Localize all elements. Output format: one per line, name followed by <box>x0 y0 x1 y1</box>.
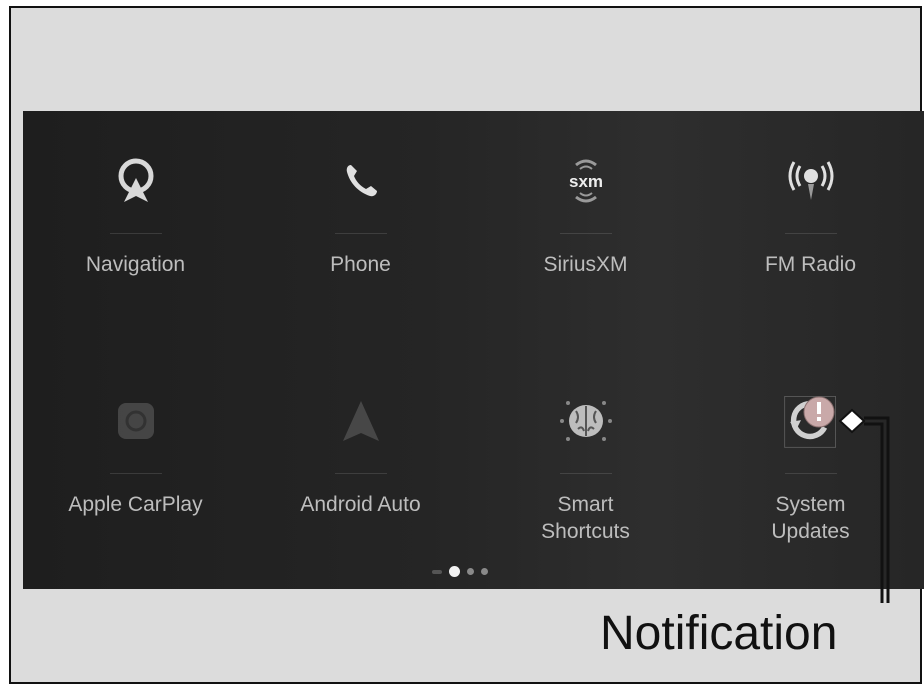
fm-radio-icon <box>781 151 841 211</box>
app-label: Navigation <box>85 253 186 276</box>
app-label: Android Auto <box>300 493 421 516</box>
page-dot-current <box>449 566 460 577</box>
app-label-line2: Updates <box>771 520 850 543</box>
app-label: Phone <box>330 253 391 276</box>
app-label: Apple CarPlay <box>68 493 203 516</box>
siriusxm-icon: sxm <box>556 151 616 211</box>
siriusxm-icon-text: sxm <box>568 172 602 191</box>
tile-divider <box>784 473 837 474</box>
tile-divider <box>559 233 612 234</box>
page-dot <box>481 568 488 575</box>
tile-divider <box>109 473 162 474</box>
app-tile-system-updates[interactable]: System Updates <box>698 351 923 551</box>
system-updates-icon <box>781 391 841 451</box>
phone-icon <box>331 151 391 211</box>
apple-carplay-icon <box>106 391 166 451</box>
app-tile-smart-shortcuts[interactable]: Smart Shortcuts <box>473 351 698 551</box>
tile-divider <box>334 473 387 474</box>
app-label-line2: Shortcuts <box>541 520 630 543</box>
smart-shortcuts-icon <box>556 391 616 451</box>
app-tile-fm-radio[interactable]: FM Radio <box>698 111 923 311</box>
app-grid: Navigation Phone sxm SiriusXM FM Radio A… <box>23 111 924 589</box>
app-tile-android-auto[interactable]: Android Auto <box>248 351 473 551</box>
app-label: System Updates <box>698 491 923 545</box>
app-label: Smart Shortcuts <box>473 491 698 545</box>
android-auto-icon <box>331 391 391 451</box>
app-label: SiriusXM <box>543 253 628 276</box>
callout-label: Notification <box>600 607 838 660</box>
app-label-line1: System <box>775 493 846 516</box>
page-dot <box>467 568 474 575</box>
tile-divider <box>559 473 612 474</box>
tile-divider <box>109 233 162 234</box>
page-indicator[interactable] <box>432 566 488 577</box>
app-tile-navigation[interactable]: Navigation <box>23 111 248 311</box>
app-tile-phone[interactable]: Phone <box>248 111 473 311</box>
app-label-line1: Smart <box>557 493 614 516</box>
page-dot <box>432 569 442 574</box>
app-tile-apple-carplay[interactable]: Apple CarPlay <box>23 351 248 551</box>
navigation-icon <box>106 151 166 211</box>
tile-divider <box>334 233 387 234</box>
home-screen: Navigation Phone sxm SiriusXM FM Radio A… <box>23 111 924 589</box>
app-label: FM Radio <box>764 253 857 276</box>
tile-divider <box>784 233 837 234</box>
app-tile-siriusxm[interactable]: sxm SiriusXM <box>473 111 698 311</box>
